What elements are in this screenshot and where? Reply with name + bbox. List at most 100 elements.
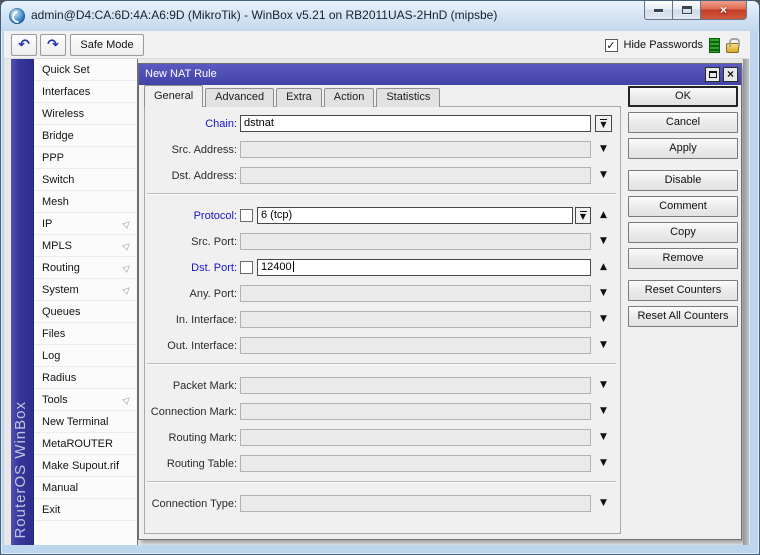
sidebar-item-metarouter[interactable]: MetaROUTER bbox=[34, 433, 137, 455]
protocol-checkbox[interactable] bbox=[240, 209, 253, 222]
field-trail: ▼ bbox=[595, 499, 612, 508]
sidebar-item-switch[interactable]: Switch bbox=[34, 169, 137, 191]
chain-input[interactable]: dstnat bbox=[240, 115, 591, 132]
expand-down-arrow-icon[interactable]: ▼ bbox=[600, 459, 607, 468]
sidebar-item-log[interactable]: Log bbox=[34, 345, 137, 367]
field-input-wrap: 12400 bbox=[257, 259, 591, 276]
dst-port-checkbox[interactable] bbox=[240, 261, 253, 274]
reset-all-counters-button[interactable]: Reset All Counters bbox=[628, 306, 738, 327]
sidebar-item-label: Switch bbox=[42, 173, 75, 186]
copy-button[interactable]: Copy bbox=[628, 222, 738, 243]
sidebar-item-new-terminal[interactable]: New Terminal bbox=[34, 411, 137, 433]
field-input-wrap bbox=[240, 233, 591, 250]
dialog-maximize-button[interactable] bbox=[705, 67, 720, 82]
expand-down-arrow-icon[interactable]: ▼ bbox=[600, 433, 607, 442]
tab-general[interactable]: General bbox=[144, 85, 204, 107]
routing-mark-input[interactable] bbox=[240, 429, 591, 446]
ok-button[interactable]: OK bbox=[628, 86, 738, 107]
collapse-up-arrow-icon[interactable]: ▲ bbox=[600, 263, 607, 272]
combo-dropdown-button[interactable]: ▼ bbox=[575, 207, 591, 224]
tab-action[interactable]: Action bbox=[323, 88, 375, 107]
close-button[interactable]: × bbox=[701, 1, 747, 20]
dialog-button-column: OK Cancel Apply Disable Comment Copy Remove Res… bbox=[628, 86, 738, 332]
sidebar-item-ip[interactable]: IP ▷ bbox=[34, 213, 137, 235]
tab-extra[interactable]: Extra bbox=[276, 88, 322, 107]
apply-button[interactable]: Apply bbox=[628, 138, 738, 159]
toolbar: ↶ ↷ Safe Mode ✓ Hide Passwords bbox=[4, 31, 750, 59]
tab-advanced[interactable]: Advanced bbox=[205, 88, 275, 107]
sidebar-item-mesh[interactable]: Mesh bbox=[34, 191, 137, 213]
redo-button[interactable]: ↷ bbox=[40, 34, 66, 56]
reset-counters-button[interactable]: Reset Counters bbox=[628, 280, 738, 301]
sidebar-item-bridge[interactable]: Bridge bbox=[34, 125, 137, 147]
disable-button[interactable]: Disable bbox=[628, 170, 738, 191]
sidebar-item-manual[interactable]: Manual bbox=[34, 477, 137, 499]
field-trail: ▼ bbox=[595, 407, 612, 416]
comment-button[interactable]: Comment bbox=[628, 196, 738, 217]
expand-down-arrow-icon[interactable]: ▼ bbox=[600, 341, 607, 350]
in-interface-input[interactable] bbox=[240, 311, 591, 328]
expand-down-arrow-icon[interactable]: ▼ bbox=[600, 499, 607, 508]
expand-down-arrow-icon[interactable]: ▼ bbox=[600, 171, 607, 180]
expand-down-arrow-icon[interactable]: ▼ bbox=[600, 237, 607, 246]
sidebar-item-files[interactable]: Files bbox=[34, 323, 137, 345]
minimize-button[interactable] bbox=[644, 1, 673, 20]
dialog-titlebar[interactable]: New NAT Rule bbox=[139, 64, 741, 85]
sidebar-item-exit[interactable]: Exit bbox=[34, 499, 137, 521]
any-port-input[interactable] bbox=[240, 285, 591, 302]
connection-type-input[interactable] bbox=[240, 495, 591, 512]
sidebar-item-queues[interactable]: Queues bbox=[34, 301, 137, 323]
dst-port-input[interactable]: 12400 bbox=[257, 259, 591, 276]
cancel-button[interactable]: Cancel bbox=[628, 112, 738, 133]
sidebar-item-interfaces[interactable]: Interfaces bbox=[34, 81, 137, 103]
sidebar-item-mpls[interactable]: MPLS ▷ bbox=[34, 235, 137, 257]
src-port-input[interactable] bbox=[240, 233, 591, 250]
sidebar-item-radius[interactable]: Radius bbox=[34, 367, 137, 389]
sidebar-item-make-supout-rif[interactable]: Make Supout.rif bbox=[34, 455, 137, 477]
form-separator bbox=[147, 193, 616, 195]
dst-address-input[interactable] bbox=[240, 167, 591, 184]
field-row-src-port: Src. Port: ▼ bbox=[147, 233, 612, 250]
connection-mark-input[interactable] bbox=[240, 403, 591, 420]
field-trail: ▼ bbox=[595, 341, 612, 350]
any-port-label: Any. Port: bbox=[189, 287, 237, 300]
collapse-up-arrow-icon[interactable]: ▲ bbox=[600, 211, 607, 220]
combo-dropdown-button[interactable]: ▼ bbox=[595, 115, 612, 132]
expand-down-arrow-icon[interactable]: ▼ bbox=[600, 145, 607, 154]
expand-down-arrow-icon[interactable]: ▼ bbox=[600, 381, 607, 390]
expand-down-arrow-icon[interactable]: ▼ bbox=[600, 315, 607, 324]
dialog-close-button[interactable]: × bbox=[723, 67, 738, 82]
undo-button[interactable]: ↶ bbox=[11, 34, 37, 56]
field-row-in-interface: In. Interface: ▼ bbox=[147, 311, 612, 328]
vertical-scrollbar[interactable] bbox=[743, 59, 749, 545]
form-separator bbox=[147, 481, 616, 483]
sidebar-item-tools[interactable]: Tools ▷ bbox=[34, 389, 137, 411]
routeros-winbox-brand: RouterOS WinBox bbox=[12, 401, 29, 539]
dialog-maximize-icon bbox=[708, 71, 717, 78]
src-address-input[interactable] bbox=[240, 141, 591, 158]
sidebar-item-wireless[interactable]: Wireless bbox=[34, 103, 137, 125]
in-interface-label: In. Interface: bbox=[175, 313, 237, 326]
field-input-wrap: 6 (tcp) ▼ bbox=[257, 207, 591, 224]
sidebar-item-label: Interfaces bbox=[42, 85, 91, 98]
sidebar-item-ppp[interactable]: PPP bbox=[34, 147, 137, 169]
window-titlebar[interactable]: admin@D4:CA:6D:4A:A6:9D (MikroTik) - Win… bbox=[1, 1, 759, 31]
sidebar-item-system[interactable]: System ▷ bbox=[34, 279, 137, 301]
expand-down-arrow-icon[interactable]: ▼ bbox=[600, 407, 607, 416]
protocol-input[interactable]: 6 (tcp) bbox=[257, 207, 573, 224]
sidebar-item-routing[interactable]: Routing ▷ bbox=[34, 257, 137, 279]
sidebar-item-quick-set[interactable]: Quick Set bbox=[34, 59, 137, 81]
routing-table-input[interactable] bbox=[240, 455, 591, 472]
field-row-dst-address: Dst. Address: ▼ bbox=[147, 167, 612, 184]
minimize-icon bbox=[654, 8, 663, 12]
field-input-wrap bbox=[240, 141, 591, 158]
packet-mark-input[interactable] bbox=[240, 377, 591, 394]
out-interface-input[interactable] bbox=[240, 337, 591, 354]
expand-down-arrow-icon[interactable]: ▼ bbox=[600, 289, 607, 298]
hide-passwords-checkbox[interactable]: ✓ bbox=[604, 38, 618, 52]
hide-passwords-label: Hide Passwords bbox=[623, 39, 703, 51]
tab-statistics[interactable]: Statistics bbox=[376, 88, 441, 107]
remove-button[interactable]: Remove bbox=[628, 248, 738, 269]
maximize-button[interactable] bbox=[673, 1, 701, 20]
safe-mode-button[interactable]: Safe Mode bbox=[70, 34, 144, 56]
